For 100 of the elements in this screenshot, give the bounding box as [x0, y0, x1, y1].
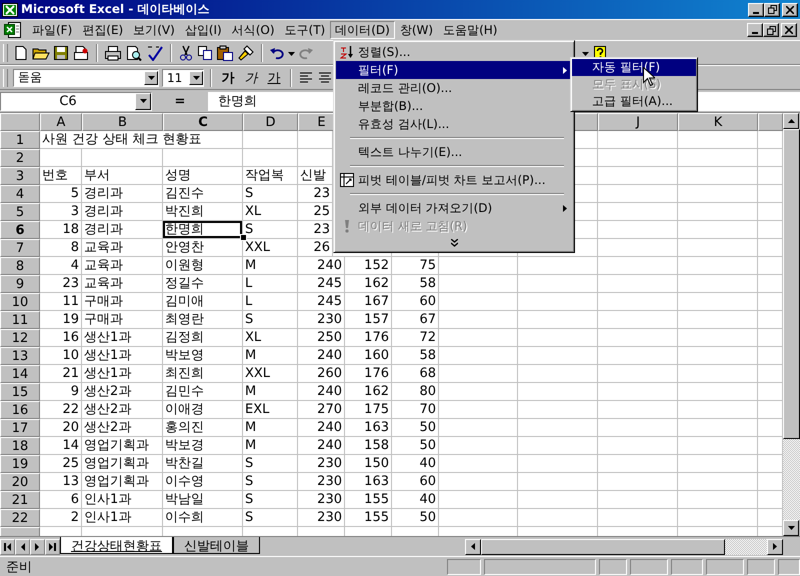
row-header[interactable]: 2 [0, 149, 40, 167]
table-cell: 최진희 [163, 365, 243, 383]
table-cell: 성명 [163, 167, 243, 185]
row-header[interactable]: 3 [0, 167, 40, 185]
table-cell: M [243, 419, 298, 437]
table-cell: XL [243, 203, 298, 221]
table-cell: XL [243, 329, 298, 347]
table-cell: S [243, 311, 298, 329]
menu-item[interactable]: 부분합(B)... [336, 97, 572, 115]
table-cell: 박남일 [163, 491, 243, 509]
name-box[interactable]: C6 [0, 92, 152, 110]
row-header[interactable]: 22 [0, 509, 40, 527]
row-header[interactable]: 6 [0, 221, 40, 239]
table-cell: 이수희 [163, 509, 243, 527]
table-cell: XXL [243, 239, 298, 257]
window-title: Microsoft Excel - 데이타베이스 [21, 1, 210, 18]
table-cell: 이원형 [163, 257, 243, 275]
row-header[interactable]: 13 [0, 347, 40, 365]
font-name-field[interactable]: 돋움 [13, 68, 159, 86]
table-cell: 교육과 [82, 239, 163, 257]
table-cell: 정길수 [163, 275, 243, 293]
table-cell: 162 [345, 275, 392, 293]
table-cell: 175 [345, 401, 392, 419]
menu-item[interactable]: 레코드 관리(O)... [336, 79, 572, 97]
table-cell: 구매과 [82, 293, 163, 311]
table-cell: 60 [392, 473, 439, 491]
table-cell: S [243, 491, 298, 509]
row-header[interactable]: 7 [0, 239, 40, 257]
column-header[interactable]: B [82, 113, 163, 131]
menu-item[interactable]: 자동 필터(F) [572, 59, 696, 76]
table-cell: 번호 [40, 167, 82, 185]
table-cell: 230 [298, 509, 345, 527]
row-header[interactable]: 5 [0, 203, 40, 221]
table-cell: 176 [345, 365, 392, 383]
table-cell: 14 [40, 437, 82, 455]
row-header[interactable]: 15 [0, 383, 40, 401]
table-cell: 155 [345, 509, 392, 527]
table-cell: 생산2과 [82, 383, 163, 401]
row-header[interactable]: 8 [0, 257, 40, 275]
table-cell: 250 [298, 329, 345, 347]
menu-item[interactable]: 텍스트 나누기(E)... [336, 143, 572, 161]
table-cell: 240 [298, 383, 345, 401]
row-header[interactable]: 9 [0, 275, 40, 293]
menu-item[interactable]: 필터(F) [336, 61, 572, 79]
sheet-tab[interactable]: 신발테이블 [173, 537, 260, 554]
menu-item[interactable]: 데이터(D) [330, 21, 395, 39]
table-cell: 240 [298, 437, 345, 455]
row-header[interactable]: 1 [0, 131, 40, 149]
table-cell: 영업기획과 [82, 455, 163, 473]
column-header[interactable]: C [163, 113, 243, 131]
table-cell: 사원 건강 상태 체크 현황표 [40, 131, 243, 149]
row-header[interactable]: 21 [0, 491, 40, 509]
table-cell: 한명희 [165, 222, 204, 237]
table-cell: 안영찬 [163, 239, 243, 257]
row-header[interactable]: 20 [0, 473, 40, 491]
table-cell: 영업기획과 [82, 437, 163, 455]
row-header[interactable]: 16 [0, 401, 40, 419]
font-size-field[interactable]: 11 [162, 68, 204, 86]
row-header[interactable]: 19 [0, 455, 40, 473]
equals-button[interactable]: = [156, 94, 204, 108]
column-header[interactable]: J [598, 113, 678, 131]
table-cell: 58 [392, 347, 439, 365]
row-header[interactable]: 4 [0, 185, 40, 203]
table-cell: 58 [392, 275, 439, 293]
row-header[interactable]: 12 [0, 329, 40, 347]
menu-item[interactable]: 외부 데이터 가져오기(D) [336, 199, 572, 217]
table-cell: 김진수 [163, 185, 243, 203]
table-cell: 생산1과 [82, 347, 163, 365]
table-cell: 40 [392, 491, 439, 509]
row-header[interactable]: 17 [0, 419, 40, 437]
table-cell: 230 [298, 491, 345, 509]
table-cell: 교육과 [82, 275, 163, 293]
table-cell: 40 [392, 455, 439, 473]
row-header[interactable]: 10 [0, 293, 40, 311]
table-cell: 75 [392, 257, 439, 275]
column-header[interactable]: A [40, 113, 82, 131]
row-header[interactable]: 14 [0, 365, 40, 383]
table-cell: 생산2과 [82, 401, 163, 419]
column-header[interactable]: K [678, 113, 758, 131]
table-cell: M [243, 347, 298, 365]
table-cell: 김미애 [163, 293, 243, 311]
sheet-tab[interactable]: 건강상태현황표 [60, 537, 173, 554]
column-header[interactable]: D [243, 113, 298, 131]
table-cell: 4 [40, 257, 82, 275]
table-cell: 60 [392, 293, 439, 311]
menu-item[interactable]: 정렬(S)... [336, 43, 572, 61]
row-header[interactable]: 18 [0, 437, 40, 455]
table-cell: 11 [40, 293, 82, 311]
menu-item[interactable]: 피벗 테이블/피벗 차트 보고서(P)... [336, 171, 572, 189]
table-cell: M [243, 383, 298, 401]
table-cell: 9 [40, 383, 82, 401]
menu-item[interactable]: 고급 필터(A)... [572, 93, 696, 110]
table-cell: 240 [298, 347, 345, 365]
table-cell: 20 [40, 419, 82, 437]
table-cell: S [243, 221, 298, 239]
table-cell: 245 [298, 275, 345, 293]
table-cell: 230 [298, 455, 345, 473]
table-cell: 교육과 [82, 257, 163, 275]
row-header[interactable]: 11 [0, 311, 40, 329]
table-cell: 부서 [82, 167, 163, 185]
